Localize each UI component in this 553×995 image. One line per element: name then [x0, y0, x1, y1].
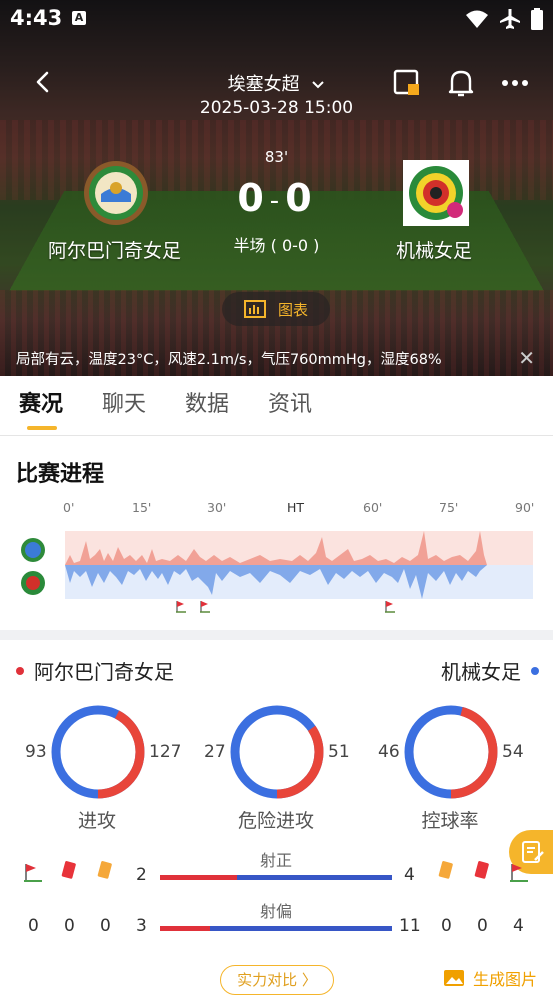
- dangerous-attack-label: 危险进攻: [237, 810, 314, 832]
- score-separator: -: [269, 185, 284, 216]
- stats-away-name: 机械女足: [441, 660, 521, 684]
- strength-compare-button[interactable]: 实力对比 〉: [220, 965, 334, 995]
- dangerous-attack-away: 51: [328, 742, 350, 762]
- shots-on-target-row: 2 射正 4: [0, 851, 553, 895]
- match-score: 0-0: [0, 176, 553, 220]
- possession-away: 54: [502, 742, 524, 762]
- home-corners: 0: [28, 916, 39, 936]
- bell-icon[interactable]: [447, 68, 475, 98]
- tick-60: 60': [363, 500, 383, 515]
- match-nav-bar: 埃塞女超 2025-03-28 15:00: [0, 60, 553, 120]
- tick-30: 30': [207, 500, 227, 515]
- bar-chart-icon: [243, 300, 266, 318]
- picture-in-picture-icon[interactable]: [393, 69, 421, 97]
- red-card-icon: [474, 861, 489, 879]
- shots-off-target-row: 0 0 0 3 射偏 11 0 0 4: [0, 902, 553, 946]
- home-score: 0: [237, 176, 268, 220]
- away-color-dot: [531, 666, 539, 675]
- chevron-down-icon: [312, 81, 325, 89]
- tick-ht: HT: [287, 500, 305, 515]
- corner-flag-icon: [385, 601, 395, 613]
- timeline-ticks: 0' 15' 30' HT 60' 75' 90': [0, 500, 553, 520]
- corner-flag-icon: [200, 601, 210, 613]
- attack-away: 127: [149, 742, 182, 762]
- stat-ring-dangerous-attack: 27 51 危险进攻: [186, 700, 366, 840]
- weather-text: 局部有云，温度23°C，风速2.1m/s，气压760mmHg，湿度68%: [16, 352, 442, 368]
- generate-image-button[interactable]: 生成图片: [443, 966, 537, 990]
- match-datetime: 2025-03-28 15:00: [199, 98, 354, 118]
- image-icon: [443, 970, 464, 986]
- more-icon[interactable]: [501, 78, 529, 88]
- corner-icon: [510, 864, 528, 882]
- corner-icon: [24, 864, 42, 882]
- weather-bar: 局部有云，温度23°C，风速2.1m/s，气压760mmHg，湿度68% ✕: [0, 340, 553, 376]
- away-score: 0: [285, 176, 316, 220]
- match-momentum-chart[interactable]: [0, 525, 553, 620]
- stats-home-header: 阿尔巴门奇女足: [16, 656, 174, 685]
- tick-90: 90': [515, 500, 535, 515]
- scoreboard: 阿尔巴门奇女足 83' 0-0 半场 ( 0-0 ) 机械女足: [0, 140, 553, 290]
- stat-ring-possession: 46 54 控球率: [360, 700, 540, 840]
- home-yellow-cards: 0: [100, 916, 111, 936]
- stats-home-name: 阿尔巴门奇女足: [34, 660, 174, 684]
- shots-off-home: 3: [136, 916, 147, 936]
- red-card-icon: [61, 861, 76, 879]
- tab-data[interactable]: 数据: [185, 386, 229, 418]
- yellow-card-icon: [438, 861, 453, 879]
- airplane-mode-icon: [500, 9, 520, 29]
- active-tab-indicator: [27, 426, 57, 430]
- tick-0: 0': [63, 500, 75, 515]
- attack-home: 93: [25, 742, 47, 762]
- home-color-dot: [16, 666, 24, 675]
- home-red-cards: 0: [64, 916, 75, 936]
- shots-on-home: 2: [136, 865, 147, 885]
- chart-button[interactable]: 图表: [222, 292, 330, 326]
- close-icon[interactable]: ✕: [518, 346, 535, 370]
- section-divider: [0, 630, 553, 640]
- status-time: 4:43: [10, 6, 63, 30]
- corner-flag-icon: [176, 601, 186, 613]
- shots-on-away: 4: [404, 865, 415, 885]
- away-team-name[interactable]: 机械女足: [396, 236, 472, 263]
- yellow-card-icon: [97, 861, 112, 879]
- shots-off-away: 11: [399, 916, 421, 936]
- possession-label: 控球率: [421, 810, 479, 832]
- away-corners: 4: [513, 916, 524, 936]
- dangerous-attack-ring: [230, 705, 324, 799]
- away-red-cards: 0: [477, 916, 488, 936]
- tick-15: 15': [132, 500, 152, 515]
- wifi-icon: [466, 10, 488, 28]
- league-name: 埃塞女超: [227, 74, 300, 95]
- away-yellow-cards: 0: [441, 916, 452, 936]
- possession-home: 46: [378, 742, 400, 762]
- status-bar: 4:43 A: [0, 0, 553, 36]
- shots-on-bar: [160, 875, 392, 880]
- tab-chat[interactable]: 聊天: [102, 386, 146, 418]
- stat-ring-attack: 93 127 进攻: [7, 700, 187, 840]
- dangerous-attack-home: 27: [204, 742, 226, 762]
- tick-75: 75': [439, 500, 459, 515]
- tab-live[interactable]: 赛况: [19, 386, 63, 418]
- tab-news[interactable]: 资讯: [268, 386, 312, 418]
- shots-off-label: 射偏: [259, 902, 292, 921]
- possession-ring: [404, 705, 498, 799]
- chart-button-label: 图表: [277, 300, 308, 319]
- shots-on-label: 射正: [259, 851, 292, 870]
- tab-bar: 赛况 聊天 数据 资讯: [0, 376, 553, 436]
- away-team-logo[interactable]: [403, 160, 469, 226]
- stats-away-header: 机械女足: [441, 656, 539, 685]
- progress-title: 比赛进程: [16, 462, 105, 487]
- match-minute: 83': [264, 148, 289, 166]
- generate-image-label: 生成图片: [472, 970, 537, 989]
- attack-ring: [51, 705, 145, 799]
- battery-icon: [531, 8, 543, 30]
- notification-a-icon: A: [72, 11, 86, 25]
- attack-label: 进攻: [77, 810, 116, 832]
- shots-off-bar: [160, 926, 392, 931]
